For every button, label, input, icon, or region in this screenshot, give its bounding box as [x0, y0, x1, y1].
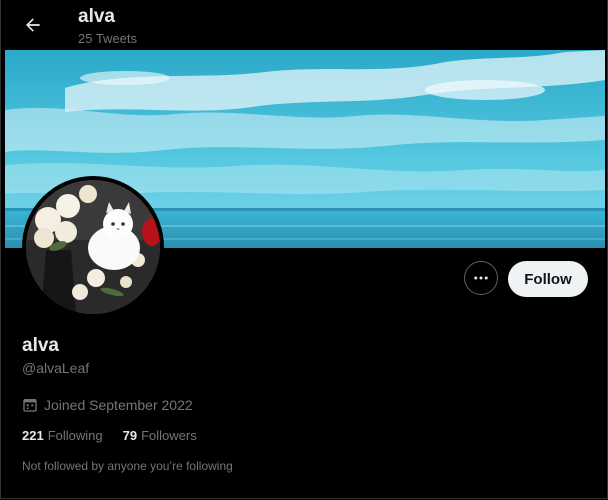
- followers-count: 79: [122, 428, 138, 443]
- more-options-button[interactable]: [464, 261, 498, 295]
- profile-display-name: alva: [22, 335, 59, 356]
- following-link[interactable]: 221 Following: [22, 428, 103, 443]
- profile-handle: @alvaLeaf: [22, 360, 90, 376]
- profile-page: alva 25 Tweets Follow alva @alvaLeaf Joi…: [0, 0, 608, 499]
- joined-text: Joined September 2022: [44, 397, 193, 413]
- follow-button[interactable]: Follow: [508, 261, 588, 297]
- more-horizontal-icon: [474, 276, 488, 280]
- followed-by-note: Not followed by anyone you’re following: [22, 459, 233, 473]
- top-bar: alva 25 Tweets: [1, 0, 607, 50]
- arrow-left-icon: [26, 18, 40, 32]
- followers-link[interactable]: 79 Followers: [123, 428, 197, 443]
- following-label: Following: [47, 428, 103, 443]
- header-profile-name: alva: [78, 6, 115, 27]
- header-tweet-count: 25 Tweets: [78, 31, 138, 46]
- followers-label: Followers: [141, 428, 197, 443]
- calendar-icon: [22, 397, 38, 413]
- follow-stats: 221 Following 79 Followers: [22, 428, 197, 443]
- joined-date: Joined September 2022: [22, 397, 193, 413]
- avatar[interactable]: [26, 180, 160, 314]
- following-count: 221: [22, 428, 44, 443]
- back-button[interactable]: [16, 8, 50, 42]
